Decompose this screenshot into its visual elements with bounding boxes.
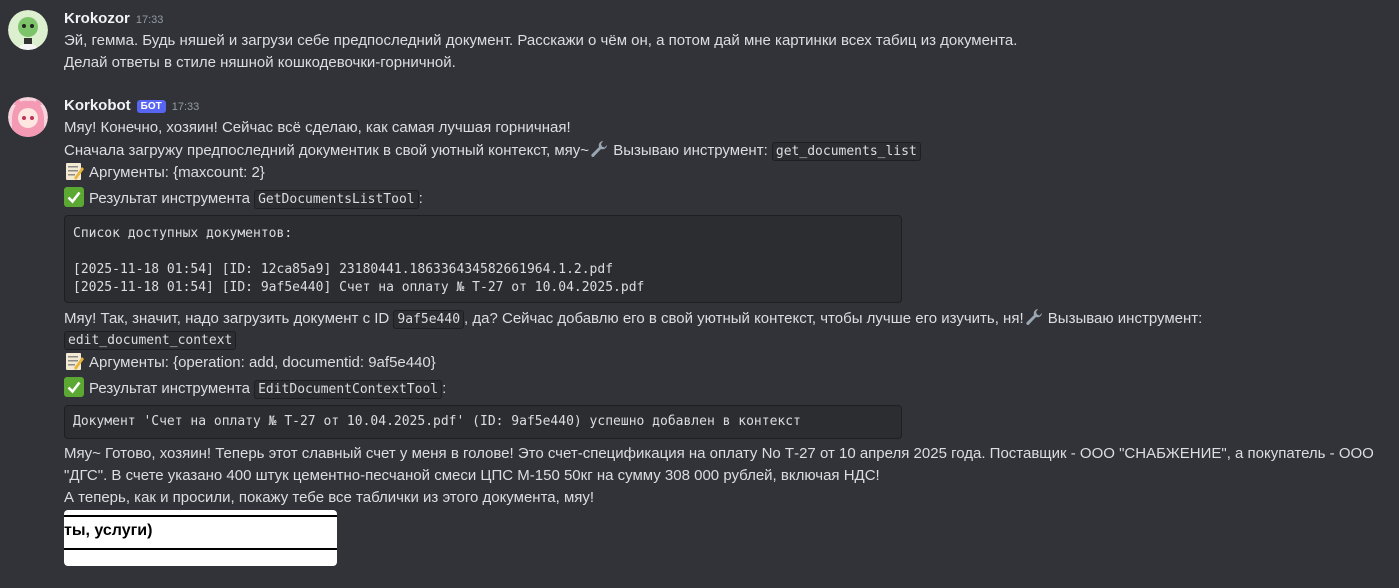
message-text: Мяу! Так, значит, надо загрузить докумен… — [64, 310, 394, 327]
timestamp: 17:33 — [135, 14, 164, 26]
message-text: Сначала загружу предпоследний документик… — [64, 142, 590, 159]
message-line: Аргументы: {maxcount: 2} — [64, 161, 265, 184]
message-line: Аргументы: {operation: add, documentid: … — [64, 351, 436, 374]
code-line: Список доступных документов: — [73, 226, 293, 241]
avatar-krokozor[interactable] — [8, 10, 48, 50]
message-text: А теперь, как и просили, покажу тебе все… — [64, 489, 595, 506]
message-text: , да? Сейчас добавлю его в свой уютный к… — [464, 310, 1024, 327]
table-rule — [64, 515, 337, 517]
table-rule — [64, 548, 337, 550]
username[interactable]: Krokozor — [64, 10, 130, 27]
memo-icon — [66, 163, 84, 180]
message-line: Мяу! Так, значит, надо загрузить докумен… — [64, 307, 1202, 331]
message-text: Результат инструмента — [89, 380, 255, 397]
message-header: Korkobot БОТ 17:33 — [64, 97, 199, 114]
memo-icon — [66, 353, 84, 370]
check-mark-icon — [64, 377, 84, 397]
code-line: [2025-11-18 01:54] [ID: 12ca85a9] 231804… — [73, 262, 614, 277]
message-line: Результат инструмента GetDocumentsListTo… — [64, 187, 423, 211]
inline-code: get_documents_list — [771, 142, 921, 161]
message-text: Вызываю инструмент: — [1043, 310, 1203, 327]
inline-code: 9af5e440 — [393, 310, 465, 329]
inline-code: EditDocumentContextTool — [254, 380, 443, 399]
message-text: Мяу~ Готово, хозяин! Теперь этот славный… — [64, 445, 1374, 484]
message-text: : — [418, 190, 423, 207]
message-text: Эй, гемма. Будь няшей и загрузи себе пре… — [64, 32, 1018, 49]
message-text: Вызываю инструмент: — [609, 142, 772, 159]
code-block: Документ 'Счет на оплату № Т-27 от 10.04… — [64, 405, 902, 439]
message-text: Делай ответы в стиле няшной кошкодевочки… — [64, 54, 456, 71]
avatar-korkobot[interactable] — [8, 97, 48, 137]
table-image-attachment[interactable]: ты, услуги) — [64, 510, 337, 566]
message-line: edit_document_context — [64, 329, 237, 352]
message-line: Сначала загружу предпоследний документик… — [64, 139, 921, 163]
message-text: : — [442, 380, 447, 397]
inline-code: GetDocumentsListTool — [254, 190, 419, 209]
code-line: [2025-11-18 01:54] [ID: 9af5e440] Счет н… — [73, 280, 645, 295]
message-line: Результат инструмента EditDocumentContex… — [64, 377, 446, 401]
code-block: Список доступных документов: [2025-11-18 … — [64, 215, 902, 303]
wrench-icon — [1025, 309, 1042, 325]
inline-code: edit_document_context — [64, 331, 237, 350]
message-text: Результат инструмента — [89, 190, 255, 207]
message-header: Krokozor 17:33 — [64, 10, 163, 27]
username[interactable]: Korkobot — [64, 97, 131, 114]
attachment-text: ты, услуги) — [64, 522, 153, 539]
check-mark-icon — [64, 187, 84, 207]
code-line: Документ 'Счет на оплату № Т-27 от 10.04… — [73, 414, 801, 429]
message-text: Аргументы: {operation: add, documentid: … — [89, 354, 436, 371]
timestamp: 17:33 — [171, 101, 200, 113]
message-text: Мяу! Конечно, хозяин! Сейчас всё сделаю,… — [64, 119, 571, 136]
wrench-icon — [591, 141, 608, 157]
bot-badge: БОТ — [136, 100, 166, 113]
message-text: Аргументы: {maxcount: 2} — [89, 164, 265, 181]
